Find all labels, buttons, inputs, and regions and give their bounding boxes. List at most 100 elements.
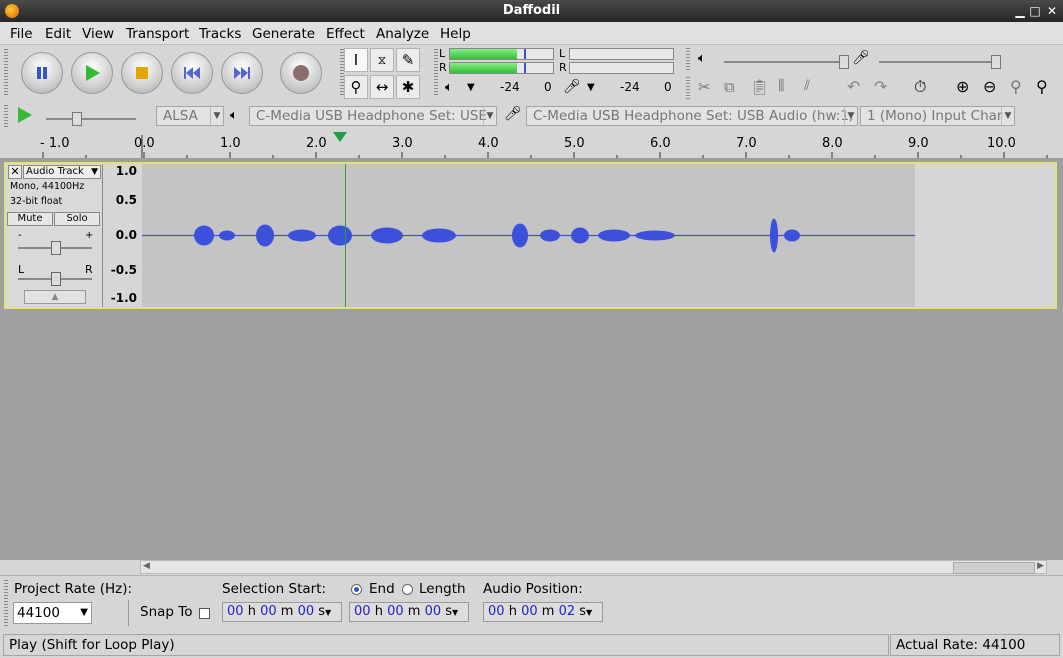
toolbar-grip[interactable] (4, 580, 8, 628)
collapse-track-button[interactable]: ▲ (24, 290, 86, 304)
track-format-bits: 32-bit float (10, 196, 63, 207)
project-rate-select[interactable]: 44100 ▼ (13, 602, 92, 624)
toolbar-grip[interactable] (4, 105, 8, 127)
timeshift-tool-button[interactable]: ↔ (370, 75, 394, 99)
toolbar-grip[interactable] (686, 77, 690, 99)
recording-channels-value: 1 (Mono) Input Char (867, 108, 1003, 124)
gain-slider[interactable] (18, 241, 92, 255)
project-rate-label: Project Rate (Hz): (14, 581, 133, 597)
playback-scale-max: 0 (544, 80, 552, 94)
redo-icon[interactable]: ↷ (874, 77, 887, 96)
output-volume-thumb[interactable] (839, 55, 849, 69)
ruler-label: - 1.0 (40, 136, 70, 151)
zoom-in-icon[interactable]: ⊕ (956, 77, 969, 96)
selection-end-time[interactable]: 00 h 00 m 00 s▼ (349, 602, 469, 622)
playback-speed-slider[interactable] (46, 112, 136, 126)
toolbar-grip[interactable] (434, 49, 438, 97)
playback-speed-thumb[interactable] (72, 112, 82, 126)
microphone-icon[interactable]: 🎤︎ (563, 79, 581, 95)
solo-button[interactable]: Solo (54, 212, 100, 226)
envelope-tool-button[interactable]: ⧖ (370, 48, 394, 72)
menu-view[interactable]: View (82, 26, 114, 42)
maximize-icon[interactable]: □ (1026, 2, 1044, 20)
playback-device-select[interactable]: C-Media USB Headphone Set: USE ▼ (249, 106, 497, 126)
vertical-ruler[interactable]: 1.0 0.5 0.0 -0.5 -1.0 (102, 164, 143, 307)
selection-tool-button[interactable]: I (344, 48, 368, 72)
input-volume-slider[interactable] (879, 55, 1001, 69)
menu-tracks[interactable]: Tracks (199, 26, 241, 42)
output-volume-slider[interactable] (724, 55, 849, 69)
playback-meter-right[interactable] (449, 62, 554, 74)
horizontal-scrollbar[interactable]: ◀ ▶ (140, 560, 1047, 574)
ruler-label: 8.0 (822, 136, 843, 151)
playback-meter-l-label: L (439, 47, 446, 60)
track-name-menu[interactable]: Audio Track ▼ (23, 165, 101, 179)
toolbar-grip[interactable] (686, 48, 690, 70)
scroll-right-icon[interactable]: ▶ (1037, 561, 1044, 571)
fit-selection-icon[interactable]: ⚲ (1010, 77, 1022, 96)
skip-start-button[interactable] (171, 52, 213, 94)
copy-icon[interactable]: ⧉ (724, 78, 735, 96)
menu-generate[interactable]: Generate (252, 26, 315, 42)
time-hours: 00 (488, 604, 505, 619)
draw-tool-button[interactable]: ✎ (396, 48, 420, 72)
scroll-left-icon[interactable]: ◀ (143, 561, 150, 571)
menu-analyze[interactable]: Analyze (376, 26, 429, 42)
skip-end-button[interactable] (221, 52, 263, 94)
gain-thumb[interactable] (51, 241, 61, 255)
mute-button[interactable]: Mute (7, 212, 53, 226)
record-meter-menu-icon[interactable]: ▼ (587, 82, 595, 93)
pan-thumb[interactable] (51, 272, 61, 286)
play-at-speed-button[interactable] (17, 106, 33, 128)
waveform-display[interactable] (142, 164, 1055, 307)
gain-plus-label: + (85, 230, 94, 241)
toolbar-grip[interactable] (4, 49, 8, 97)
menu-edit[interactable]: Edit (45, 26, 71, 42)
trim-icon[interactable]: ⫼ (778, 78, 784, 94)
recording-device-select[interactable]: C-Media USB Headphone Set: USB Audio (hw… (526, 106, 858, 126)
multi-tool-button[interactable]: ✱ (396, 75, 420, 99)
length-radio[interactable] (402, 584, 413, 595)
track-close-button[interactable]: ✕ (8, 165, 22, 179)
silence-icon[interactable]: ⫽ (804, 78, 810, 94)
tools-toolbar: I ⧖ ✎ ⚲ ↔ ✱ (339, 45, 431, 101)
menu-transport[interactable]: Transport (126, 26, 189, 42)
playhead-marker-icon[interactable] (333, 132, 347, 142)
selection-start-time[interactable]: 00 h 00 m 00 s▼ (222, 602, 342, 622)
menu-file[interactable]: File (10, 26, 33, 42)
snap-to-checkbox[interactable] (199, 608, 210, 619)
playback-meter-menu-icon[interactable]: ▼ (467, 82, 475, 93)
fit-project-icon[interactable]: ⚲ (1036, 77, 1048, 96)
paste-icon[interactable]: 📋︎ (750, 78, 769, 96)
cut-icon[interactable]: ✂ (698, 78, 711, 96)
close-icon[interactable]: ✕ (1043, 2, 1061, 20)
speaker-icon[interactable]: 🔈︎ (445, 80, 453, 95)
undo-icon[interactable]: ↶ (847, 77, 860, 96)
end-radio[interactable] (351, 584, 362, 595)
scrollbar-thumb[interactable] (953, 562, 1035, 574)
zoom-out-icon[interactable]: ⊖ (983, 77, 996, 96)
play-button[interactable] (71, 52, 113, 94)
ruler-label: 0.0 (134, 136, 155, 151)
menu-help[interactable]: Help (440, 26, 471, 42)
stop-button[interactable] (121, 52, 163, 94)
input-volume-thumb[interactable] (991, 55, 1001, 69)
pan-slider[interactable] (18, 272, 92, 286)
audio-host-select[interactable]: ALSA ▼ (156, 106, 224, 126)
sync-lock-icon[interactable]: ⏱︎ (914, 77, 926, 97)
record-meter-left[interactable] (569, 48, 674, 60)
zoom-tool-button[interactable]: ⚲ (344, 75, 368, 99)
record-meter-right[interactable] (569, 62, 674, 74)
audio-position-time[interactable]: 00 h 00 m 02 s▼ (483, 602, 603, 622)
menu-effect[interactable]: Effect (326, 26, 365, 42)
meter-toolbar: L R L R 🔈︎ ▼ -24 0 🎤︎ ▼ -24 0 (433, 45, 681, 101)
playback-meter-left[interactable] (449, 48, 554, 60)
ruler-label: 6.0 (650, 136, 671, 151)
time-hours: 00 (354, 604, 371, 619)
timeline-ruler[interactable]: - 1.0 0.0 1.0 2.0 3.0 4.0 5.0 6.0 7.0 8.… (0, 131, 1063, 159)
recording-channels-select[interactable]: 1 (Mono) Input Char ▼ (860, 106, 1015, 126)
record-button[interactable] (280, 52, 322, 94)
pause-button[interactable] (21, 52, 63, 94)
menubar: File Edit View Transport Tracks Generate… (0, 22, 1063, 45)
time-unit: m (280, 604, 294, 619)
